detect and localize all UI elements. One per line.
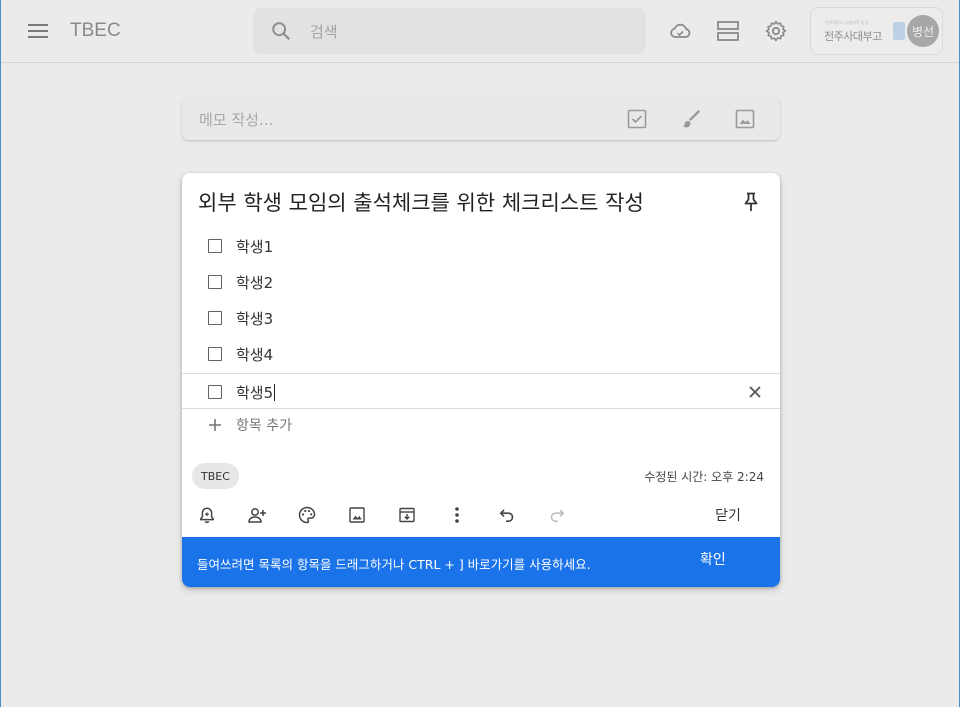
top-header: TBEC 검색 전북대학교 사범대학 부설 전주사대부고 병선 <box>1 0 959 63</box>
new-drawing-icon[interactable] <box>679 107 703 131</box>
plus-icon <box>207 417 223 433</box>
item-checkbox[interactable] <box>208 385 222 399</box>
org-mark-icon <box>893 22 905 40</box>
search-input[interactable]: 검색 <box>310 21 338 42</box>
search-icon[interactable] <box>270 20 292 42</box>
item-text[interactable]: 학생3 <box>236 308 273 329</box>
remind-me-icon[interactable] <box>195 503 219 527</box>
label-chip[interactable]: TBEC <box>192 463 239 489</box>
avatar[interactable]: 병선 <box>907 15 939 47</box>
take-note-input[interactable]: 메모 작성... <box>199 109 273 130</box>
note-title[interactable]: 외부 학생 모임의 출석체크를 위한 체크리스트 작성 <box>198 187 644 217</box>
checklist-item-focused[interactable]: 학생5 <box>182 373 780 409</box>
redo-icon <box>545 503 569 527</box>
delete-item-icon[interactable] <box>745 382 765 402</box>
new-list-icon[interactable] <box>625 107 649 131</box>
undo-icon[interactable] <box>495 503 519 527</box>
item-text-wrap[interactable]: 학생5 <box>236 382 276 403</box>
pin-icon[interactable] <box>739 190 763 214</box>
item-checkbox[interactable] <box>208 275 222 289</box>
add-list-item[interactable]: 항목 추가 <box>182 410 780 440</box>
checklist-item[interactable]: 학생3 <box>182 300 780 336</box>
list-view-icon[interactable] <box>715 18 741 44</box>
checklist-item[interactable]: 학생4 <box>182 336 780 372</box>
item-text[interactable]: 학생1 <box>236 236 273 257</box>
new-image-icon[interactable] <box>733 107 757 131</box>
cloud-sync-icon[interactable] <box>667 18 693 44</box>
palette-icon[interactable] <box>295 503 319 527</box>
archive-icon[interactable] <box>395 503 419 527</box>
item-checkbox[interactable] <box>208 347 222 361</box>
app-title[interactable]: TBEC <box>70 20 121 42</box>
collaborator-icon[interactable] <box>245 503 269 527</box>
search-box[interactable]: 검색 <box>253 8 646 54</box>
add-item-label[interactable]: 항목 추가 <box>236 415 292 435</box>
menu-icon[interactable] <box>23 16 53 46</box>
more-icon[interactable] <box>445 503 469 527</box>
item-text[interactable]: 학생4 <box>236 344 273 365</box>
settings-icon[interactable] <box>763 18 789 44</box>
item-checkbox[interactable] <box>208 239 222 253</box>
checklist-item[interactable]: 학생1 <box>182 228 780 264</box>
account-area[interactable]: 전북대학교 사범대학 부설 전주사대부고 병선 <box>810 7 943 55</box>
snackbar-message: 들여쓰려면 목록의 항목을 드래그하거나 CTRL + ] 바로가기를 사용하세… <box>197 557 591 572</box>
edited-timestamp: 수정된 시간: 오후 2:24 <box>644 470 764 484</box>
item-text[interactable]: 학생2 <box>236 272 273 293</box>
organization-logo: 전북대학교 사범대학 부설 전주사대부고 <box>823 19 907 45</box>
item-checkbox[interactable] <box>208 311 222 325</box>
snackbar-confirm-button[interactable]: 확인 <box>700 549 726 569</box>
note-editor: 외부 학생 모임의 출석체크를 위한 체크리스트 작성 학생1 학생2 학생3 … <box>182 173 780 587</box>
close-button[interactable]: 닫기 <box>698 503 758 527</box>
snackbar: 들여쓰려면 목록의 항목을 드래그하거나 CTRL + ] 바로가기를 사용하세… <box>182 537 780 587</box>
checklist-item[interactable]: 학생2 <box>182 264 780 300</box>
take-note-bar[interactable]: 메모 작성... <box>182 97 780 140</box>
text-caret <box>274 384 276 401</box>
add-image-icon[interactable] <box>345 503 369 527</box>
item-text[interactable]: 학생5 <box>236 384 273 402</box>
